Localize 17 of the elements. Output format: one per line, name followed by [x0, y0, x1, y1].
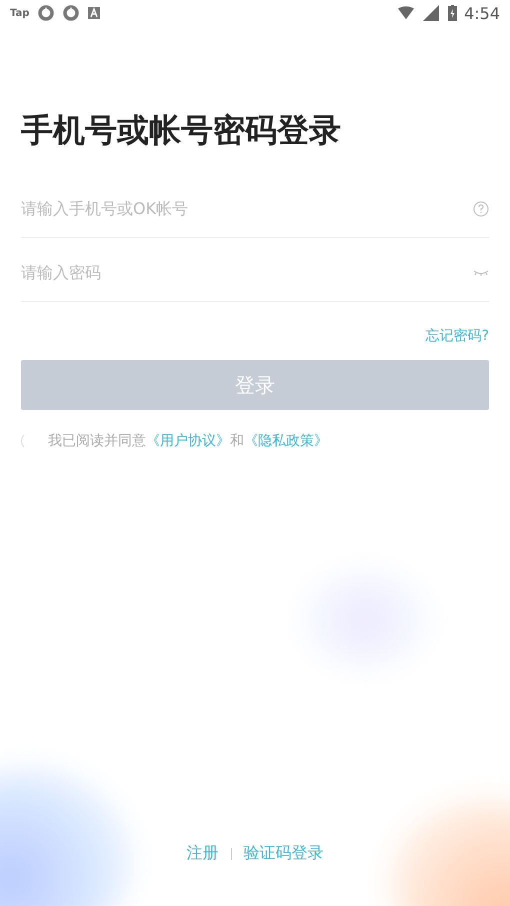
battery-icon [448, 5, 458, 21]
password-field[interactable]: 请输入密码 [21, 263, 473, 282]
user-agreement-link[interactable]: 《用户协议》 [146, 433, 230, 449]
privacy-policy-link[interactable]: 《隐私政策》 [244, 433, 328, 449]
help-icon[interactable] [473, 200, 489, 216]
closed-eye-icon[interactable] [473, 268, 489, 276]
agreement-text: 我已阅读并同意《用户协议》和《隐私政策》 [48, 432, 328, 450]
page-title: 手机号或帐号密码登录 [21, 110, 342, 151]
account-field[interactable]: 请输入手机号或OK帐号 [21, 199, 473, 218]
app-label: Tap [10, 8, 30, 18]
forgot-password-link[interactable]: 忘记密码? [426, 327, 489, 345]
register-link[interactable]: 注册 [186, 843, 218, 864]
clock-time: 4:54 [464, 4, 500, 22]
sms-login-link[interactable]: 验证码登录 [244, 843, 324, 864]
letter-a-icon [88, 7, 100, 19]
signal-icon [423, 5, 440, 21]
wifi-icon [398, 5, 414, 21]
